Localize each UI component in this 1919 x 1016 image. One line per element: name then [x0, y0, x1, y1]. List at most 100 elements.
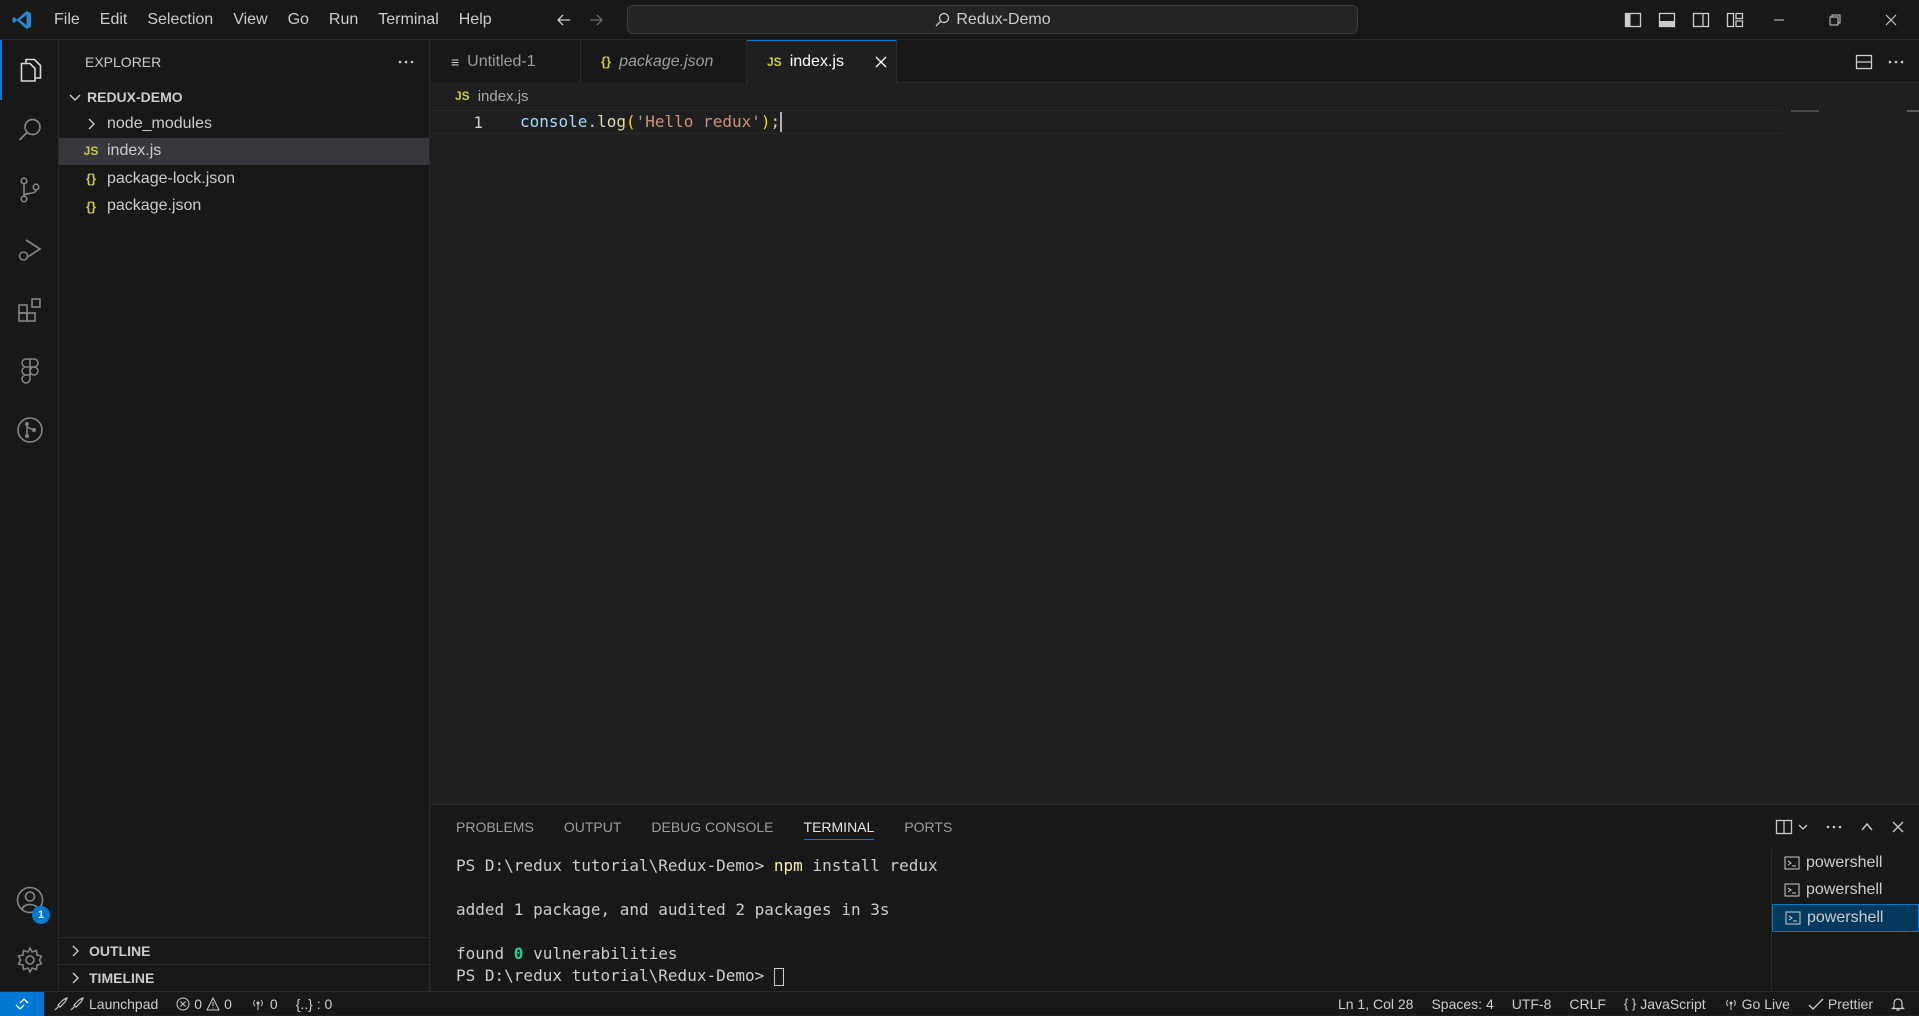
ports-status[interactable]: 0: [241, 992, 287, 1016]
json-file-icon: {}: [85, 198, 97, 214]
figma-activity[interactable]: [0, 340, 59, 400]
maximize-panel-icon[interactable]: [1859, 819, 1875, 835]
close-icon[interactable]: [874, 53, 888, 71]
explorer-title: EXPLORER: [85, 54, 162, 70]
explorer-sidebar: EXPLORER REDUX-DEMO node_modules JS inde…: [59, 40, 430, 991]
terminal-args: install redux: [802, 856, 938, 875]
search-activity[interactable]: [0, 100, 59, 160]
code-token-paren-open: (: [625, 111, 636, 131]
tree-folder-node-modules[interactable]: node_modules: [59, 110, 429, 138]
chevron-right-icon: [81, 116, 101, 132]
launchpad-status[interactable]: Launchpad: [44, 992, 167, 1016]
source-control-activity[interactable]: [0, 160, 59, 220]
extensions-activity[interactable]: [0, 280, 59, 340]
customize-layout-icon[interactable]: [1722, 7, 1748, 33]
restore-icon[interactable]: [1807, 0, 1863, 40]
problems-status[interactable]: 0 0: [167, 992, 241, 1016]
editor-tab-bar: ≡ Untitled-1 {} package.json JS index.js: [431, 40, 1919, 83]
menu-edit[interactable]: Edit: [90, 0, 138, 40]
files-icon: [17, 56, 45, 84]
accounts-activity[interactable]: 1: [0, 870, 59, 930]
tab-package-json[interactable]: {} package.json: [581, 40, 747, 83]
close-window-icon[interactable]: [1863, 0, 1919, 40]
terminal-vuln-count: 0: [513, 944, 524, 963]
menu-view[interactable]: View: [223, 0, 277, 40]
panel-tab-bar: PROBLEMS OUTPUT DEBUG CONSOLE TERMINAL P…: [431, 805, 1919, 849]
remote-icon: [14, 996, 30, 1012]
language-mode: JavaScript: [1640, 995, 1706, 1012]
toggle-panel-icon[interactable]: [1654, 7, 1680, 33]
code-token-function: log: [597, 111, 626, 131]
panel-actions: [1775, 805, 1905, 849]
breadcrumb-item[interactable]: index.js: [478, 88, 529, 105]
go-live-status[interactable]: Go Live: [1715, 992, 1799, 1016]
command-center-search[interactable]: Redux-Demo: [627, 5, 1358, 34]
tree-file-package-lock-json[interactable]: {} package-lock.json: [59, 165, 429, 193]
tab-terminal[interactable]: TERMINAL: [803, 819, 875, 840]
minimap[interactable]: [1791, 110, 1819, 112]
remote-indicator[interactable]: [0, 991, 44, 1016]
terminal-instance[interactable]: powershell: [1772, 849, 1919, 877]
encoding-status[interactable]: UTF-8: [1503, 992, 1561, 1016]
code-token-paren-close: ): [760, 111, 771, 131]
split-terminal-icon[interactable]: [1775, 818, 1809, 836]
search-icon: [934, 12, 950, 28]
text-file-icon: ≡: [451, 53, 460, 70]
tab-problems[interactable]: PROBLEMS: [456, 819, 534, 835]
eol-status[interactable]: CRLF: [1560, 992, 1615, 1016]
git-graph-activity[interactable]: [0, 400, 59, 460]
more-actions-icon[interactable]: [397, 53, 415, 71]
notifications-status[interactable]: [1882, 992, 1919, 1016]
menu-go[interactable]: Go: [278, 0, 319, 40]
manage-activity[interactable]: [0, 930, 59, 990]
bell-icon: [1891, 996, 1905, 1012]
code-token-dot: .: [587, 111, 598, 131]
menu-help[interactable]: Help: [449, 0, 502, 40]
explorer-activity[interactable]: [0, 40, 59, 100]
minimize-icon[interactable]: [1751, 0, 1807, 40]
cursor-position-status[interactable]: Ln 1, Col 28: [1329, 992, 1423, 1016]
indentation: Spaces: 4: [1431, 995, 1494, 1012]
prettier-label: Prettier: [1827, 995, 1873, 1012]
more-actions-icon[interactable]: [1825, 818, 1843, 836]
timeline-section-header[interactable]: TIMELINE: [59, 964, 430, 991]
broadcast-icon: [1724, 997, 1738, 1011]
outline-section-header[interactable]: OUTLINE: [59, 937, 430, 964]
indentation-status[interactable]: Spaces: 4: [1422, 992, 1502, 1016]
run-debug-activity[interactable]: [0, 220, 59, 280]
code-line[interactable]: 1 console.log('Hello redux');: [431, 110, 1781, 134]
toggle-primary-sidebar-icon[interactable]: [1620, 7, 1646, 33]
menu-terminal[interactable]: Terminal: [368, 0, 448, 40]
prettier-status[interactable]: Prettier: [1799, 992, 1882, 1016]
json-status[interactable]: {..} : 0: [287, 992, 342, 1016]
warning-count: 0: [224, 995, 232, 1012]
language-status[interactable]: { } JavaScript: [1615, 992, 1715, 1016]
terminal-instance[interactable]: powershell: [1772, 877, 1919, 905]
terminal-line: found 0 vulnerabilities: [456, 943, 938, 965]
launchpad-label: Launchpad: [89, 995, 159, 1012]
menu-file[interactable]: File: [44, 0, 90, 40]
terminal-output[interactable]: PS D:\redux tutorial\Redux-Demo> npm ins…: [456, 855, 938, 987]
close-panel-icon[interactable]: [1891, 820, 1905, 834]
layout-controls: [1620, 0, 1748, 40]
arrow-right-icon[interactable]: [585, 9, 607, 31]
terminal-list: powershell powershell powershell: [1771, 849, 1919, 992]
tab-output[interactable]: OUTPUT: [564, 819, 622, 835]
scrollbar[interactable]: [1907, 110, 1919, 112]
menu-run[interactable]: Run: [319, 0, 368, 40]
split-editor-icon[interactable]: [1855, 53, 1873, 71]
tree-file-package-json[interactable]: {} package.json: [59, 193, 429, 221]
more-actions-icon[interactable]: [1887, 53, 1905, 71]
workspace-section-header[interactable]: REDUX-DEMO: [59, 84, 429, 110]
tab-debug-console[interactable]: DEBUG CONSOLE: [651, 819, 773, 835]
terminal-instance[interactable]: powershell: [1772, 904, 1919, 932]
menu-selection[interactable]: Selection: [137, 0, 223, 40]
status-right-group: Ln 1, Col 28 Spaces: 4 UTF-8 CRLF { } Ja…: [1329, 992, 1919, 1016]
toggle-secondary-sidebar-icon[interactable]: [1688, 7, 1714, 33]
arrow-left-icon[interactable]: [553, 9, 575, 31]
tab-ports[interactable]: PORTS: [904, 819, 952, 835]
tab-index-js[interactable]: JS index.js: [747, 40, 897, 83]
chevron-right-icon: [67, 943, 83, 959]
tab-untitled-1[interactable]: ≡ Untitled-1: [431, 40, 581, 83]
tree-file-index-js[interactable]: JS index.js: [59, 137, 429, 165]
